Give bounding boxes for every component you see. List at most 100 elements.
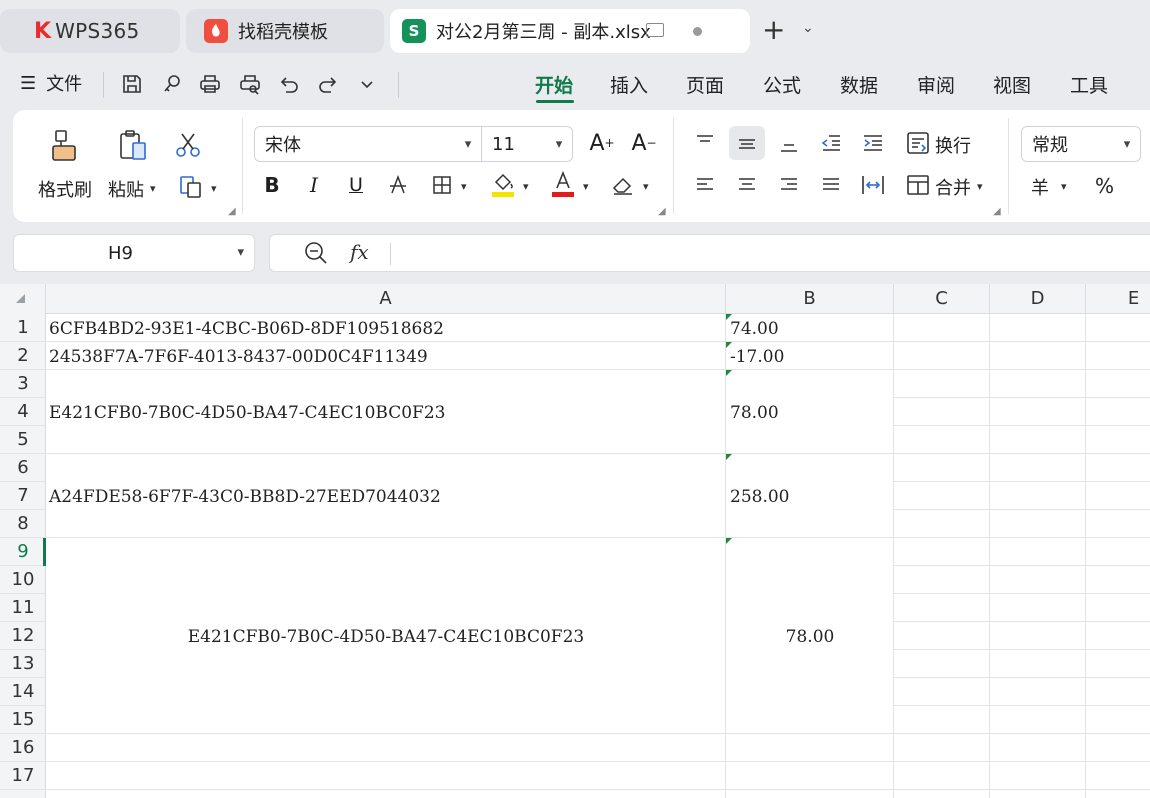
- wrap-text-label[interactable]: 换行: [935, 132, 971, 158]
- tab-home[interactable]: 开始: [535, 71, 573, 98]
- unsaved-dot-icon[interactable]: [693, 27, 702, 36]
- column-header-d[interactable]: D: [990, 284, 1086, 314]
- cell-a6-merged[interactable]: A24FDE58-6F7F-43C0-BB8D-27EED7044032: [49, 483, 441, 511]
- monitor-icon[interactable]: [646, 23, 664, 37]
- strikethrough-icon[interactable]: [385, 170, 411, 200]
- tab-formula[interactable]: 公式: [763, 71, 801, 98]
- redo-icon[interactable]: [314, 70, 342, 98]
- row-header-10[interactable]: 10: [0, 566, 46, 594]
- cell-b1[interactable]: 74.00: [730, 315, 779, 343]
- align-center-icon[interactable]: [733, 170, 761, 200]
- currency-button[interactable]: 羊: [1031, 174, 1049, 200]
- number-format-dropdown[interactable]: 常规 ▾: [1021, 126, 1141, 162]
- print-preview-icon[interactable]: [236, 70, 264, 98]
- tab-active-document[interactable]: S 对公2月第三周 - 副本.xlsx: [390, 9, 750, 53]
- cell-b3-merged[interactable]: 78.00: [730, 399, 779, 427]
- cell-a3-merged[interactable]: E421CFB0-7B0C-4D50-BA47-C4EC10BC0F23: [49, 399, 446, 427]
- new-tab-plus-icon[interactable]: +: [762, 16, 785, 44]
- tab-view[interactable]: 视图: [993, 71, 1031, 98]
- tab-data[interactable]: 数据: [840, 71, 878, 98]
- dialog-launcher-icon[interactable]: ◢: [993, 206, 1001, 217]
- cut-icon[interactable]: [173, 130, 203, 160]
- row-header-7[interactable]: 7: [0, 482, 46, 510]
- align-right-icon[interactable]: [775, 170, 803, 200]
- percent-button[interactable]: %: [1095, 174, 1114, 198]
- cell-b9-merged[interactable]: 78.00: [726, 623, 894, 651]
- justify-icon[interactable]: [817, 170, 845, 200]
- chevron-down-icon[interactable]: ▾: [977, 180, 983, 193]
- save-icon[interactable]: [118, 70, 146, 98]
- select-all-corner[interactable]: [0, 284, 46, 314]
- file-menu-button[interactable]: ☰ 文件: [20, 70, 82, 96]
- tab-page[interactable]: 页面: [686, 71, 724, 98]
- align-bottom-icon[interactable]: [775, 128, 803, 158]
- cell-a2[interactable]: 24538F7A-7F6F-4013-8437-00D0C4F11349: [49, 343, 428, 371]
- chevron-down-icon[interactable]: ▾: [643, 180, 649, 193]
- align-middle-icon[interactable]: [729, 126, 765, 160]
- cell-b2[interactable]: -17.00: [730, 343, 784, 371]
- merge-cells-icon[interactable]: [903, 170, 933, 200]
- bold-button[interactable]: B: [259, 170, 285, 200]
- fill-color-icon[interactable]: [489, 168, 517, 200]
- row-header-16[interactable]: 16: [0, 734, 46, 762]
- column-header-b[interactable]: B: [726, 284, 894, 314]
- row-header-4[interactable]: 4: [0, 398, 46, 426]
- row-header-3[interactable]: 3: [0, 370, 46, 398]
- font-size-dropdown[interactable]: 11 ▾: [481, 126, 573, 162]
- chevron-down-icon[interactable]: ▾: [150, 182, 156, 195]
- paste-icon[interactable]: [115, 128, 151, 164]
- row-header-1[interactable]: 1: [0, 314, 46, 342]
- tab-insert[interactable]: 插入: [610, 71, 648, 98]
- row-header-9[interactable]: 9: [0, 538, 46, 566]
- formula-bar[interactable]: fx: [269, 234, 1150, 272]
- tab-tools[interactable]: 工具: [1070, 71, 1108, 98]
- wrap-text-icon[interactable]: [903, 128, 933, 158]
- tab-wps365[interactable]: K WPS365: [0, 9, 180, 53]
- italic-button[interactable]: I: [301, 170, 327, 200]
- chevron-down-icon[interactable]: ▾: [1061, 180, 1067, 193]
- column-header-e[interactable]: E: [1086, 284, 1150, 314]
- row-header-13[interactable]: 13: [0, 650, 46, 678]
- row-header-17[interactable]: 17: [0, 762, 46, 790]
- spreadsheet-grid[interactable]: A B C D E 1 2 3 4 5 6 7 8 9 10 11 12 13 …: [0, 284, 1150, 798]
- row-header-2[interactable]: 2: [0, 342, 46, 370]
- chevron-down-icon[interactable]: ⌄: [802, 20, 814, 36]
- chevron-down-icon[interactable]: ▾: [583, 180, 589, 193]
- chevron-down-icon[interactable]: ▾: [461, 180, 467, 193]
- row-header-15[interactable]: 15: [0, 706, 46, 734]
- tab-docer-templates[interactable]: 找稻壳模板: [186, 9, 384, 53]
- decrease-indent-icon[interactable]: [817, 128, 845, 158]
- format-painter-label[interactable]: 格式刷: [38, 176, 92, 202]
- row-header-8[interactable]: 8: [0, 510, 46, 538]
- row-header-6[interactable]: 6: [0, 454, 46, 482]
- dialog-launcher-icon[interactable]: ◢: [228, 206, 236, 217]
- chevron-down-icon[interactable]: ▾: [523, 180, 529, 193]
- undo-icon[interactable]: [275, 70, 303, 98]
- paste-label[interactable]: 粘贴: [108, 176, 144, 202]
- format-painter-icon[interactable]: [47, 128, 83, 164]
- distribute-icon[interactable]: [859, 170, 887, 200]
- border-icon[interactable]: [429, 170, 455, 200]
- cell-a9-merged[interactable]: E421CFB0-7B0C-4D50-BA47-C4EC10BC0F23: [46, 623, 726, 651]
- row-header-14[interactable]: 14: [0, 678, 46, 706]
- merge-cells-label[interactable]: 合并: [935, 174, 971, 200]
- copy-icon[interactable]: [176, 172, 206, 202]
- cell-b6-merged[interactable]: 258.00: [730, 483, 789, 511]
- key-icon[interactable]: [158, 70, 186, 98]
- row-header-11[interactable]: 11: [0, 594, 46, 622]
- chevron-down-icon[interactable]: [353, 70, 381, 98]
- decrease-font-icon[interactable]: A −: [629, 128, 659, 158]
- column-header-c[interactable]: C: [894, 284, 990, 314]
- tab-review[interactable]: 审阅: [917, 71, 955, 98]
- chevron-down-icon[interactable]: ▾: [211, 182, 217, 195]
- row-header-5[interactable]: 5: [0, 426, 46, 454]
- print-icon[interactable]: [196, 70, 224, 98]
- name-box[interactable]: H9 ▾: [13, 234, 255, 272]
- font-color-icon[interactable]: [549, 168, 577, 200]
- increase-font-icon[interactable]: A +: [587, 128, 617, 158]
- eraser-icon[interactable]: [609, 170, 637, 200]
- increase-indent-icon[interactable]: [859, 128, 887, 158]
- cell-a1[interactable]: 6CFB4BD2-93E1-4CBC-B06D-8DF109518682: [49, 315, 444, 343]
- align-top-icon[interactable]: [691, 128, 719, 158]
- zoom-search-icon[interactable]: [304, 241, 328, 269]
